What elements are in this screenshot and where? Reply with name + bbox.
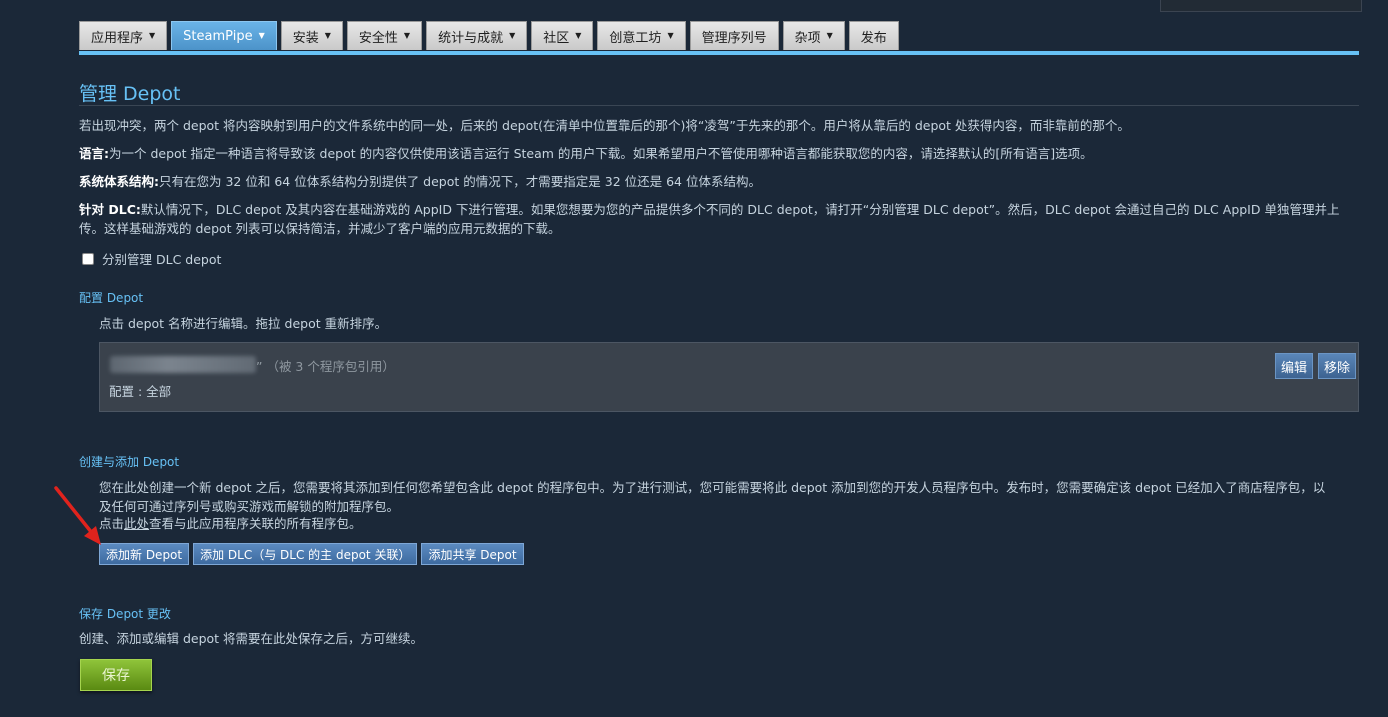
tab-2[interactable]: 安装 ▼ bbox=[280, 21, 343, 50]
add-shared-depot-button[interactable]: 添加共享 Depot bbox=[421, 543, 524, 565]
configure-depot-hint: 点击 depot 名称进行编辑。拖拉 depot 重新排序。 bbox=[99, 316, 388, 331]
tab-label: SteamPipe bbox=[183, 28, 253, 44]
language-text: 为一个 depot 指定一种语言将导致该 depot 的内容仅供使用该语言运行 … bbox=[109, 146, 1093, 161]
language-label: 语言: bbox=[79, 146, 109, 161]
page-title: 管理 Depot bbox=[79, 83, 181, 105]
tab-8[interactable]: 杂项 ▼ bbox=[782, 21, 845, 50]
create-depot-heading: 创建与添加 Depot bbox=[79, 455, 180, 469]
tab-label: 创意工坊 bbox=[609, 30, 662, 46]
architecture-label: 系统体系结构: bbox=[79, 174, 159, 189]
edit-depot-button[interactable]: 编辑 bbox=[1275, 353, 1314, 379]
dlc-label: 针对 DLC: bbox=[79, 202, 141, 217]
chevron-down-icon: ▼ bbox=[826, 31, 833, 40]
save-depot-text: 创建、添加或编辑 depot 将需要在此处保存之后，方可继续。 bbox=[79, 631, 424, 646]
packages-link-line: 点击此处查看与此应用程序关联的所有程序包。 bbox=[99, 514, 362, 533]
manage-dlc-separately-row[interactable]: 分别管理 DLC depot bbox=[82, 249, 221, 268]
tab-label: 安装 bbox=[292, 30, 319, 46]
depot-config: 配置 : 全部 bbox=[109, 384, 172, 399]
tab-label: 社区 bbox=[543, 30, 570, 46]
architecture-text: 只有在您为 32 位和 64 位体系结构分别提供了 depot 的情况下，才需要… bbox=[159, 174, 761, 189]
add-dlc-depot-button[interactable]: 添加 DLC（与 DLC 的主 depot 关联） bbox=[193, 543, 418, 565]
tab-4[interactable]: 统计与成就 ▼ bbox=[426, 21, 528, 50]
link-suffix: 查看与此应用程序关联的所有程序包。 bbox=[149, 516, 362, 531]
tab-3[interactable]: 安全性 ▼ bbox=[346, 21, 423, 50]
remove-depot-button[interactable]: 移除 bbox=[1318, 353, 1357, 379]
tab-6[interactable]: 创意工坊 ▼ bbox=[597, 21, 686, 50]
tab-7[interactable]: 管理序列号 bbox=[689, 21, 779, 50]
tab-9[interactable]: 发布 bbox=[848, 21, 899, 50]
tab-label: 管理序列号 bbox=[701, 30, 767, 46]
tab-label: 发布 bbox=[860, 30, 887, 46]
chevron-down-icon: ▼ bbox=[324, 31, 331, 40]
add-new-depot-button[interactable]: 添加新 Depot bbox=[99, 543, 190, 565]
tab-label: 杂项 bbox=[794, 30, 821, 46]
configure-depot-heading: 配置 Depot bbox=[79, 291, 144, 305]
chevron-down-icon: ▼ bbox=[667, 31, 674, 40]
save-button[interactable]: 保存 bbox=[80, 659, 152, 691]
manage-dlc-checkbox-label: 分别管理 DLC depot bbox=[102, 252, 222, 267]
chevron-down-icon: ▼ bbox=[149, 31, 156, 40]
chevron-down-icon: ▼ bbox=[509, 31, 516, 40]
chevron-down-icon: ▼ bbox=[403, 31, 411, 40]
chevron-down-icon: ▼ bbox=[258, 31, 265, 40]
view-packages-link[interactable]: 此处 bbox=[124, 516, 149, 531]
chevron-down-icon: ▼ bbox=[575, 31, 582, 40]
tab-label: 安全性 bbox=[358, 30, 398, 46]
tab-label: 统计与成就 bbox=[438, 30, 504, 46]
title-divider bbox=[79, 105, 1359, 106]
main-tab-bar: 应用程序 ▼ SteamPipe ▼ 安装 ▼ 安全性 ▼ 统计与成就 ▼ 社区 ▼ 创意工坊 ▼ 管理序列… bbox=[79, 21, 899, 52]
tab-5[interactable]: 社区 ▼ bbox=[531, 21, 594, 50]
manage-dlc-checkbox[interactable] bbox=[82, 252, 94, 265]
dlc-text: 默认情况下，DLC depot 及其内容在基础游戏的 AppID 下进行管理。如… bbox=[79, 202, 1340, 236]
save-depot-heading: 保存 Depot 更改 bbox=[79, 607, 171, 621]
tab-1[interactable]: SteamPipe ▼ bbox=[171, 21, 277, 50]
dlc-paragraph: 针对 DLC:默认情况下，DLC depot 及其内容在基础游戏的 AppID … bbox=[79, 200, 1341, 238]
create-buttons: 添加新 Depot 添加 DLC（与 DLC 的主 depot 关联） 添加共享… bbox=[99, 543, 524, 565]
depot-name-redacted[interactable] bbox=[110, 356, 256, 373]
tab-label: 应用程序 bbox=[91, 30, 144, 46]
red-arrow-annotation bbox=[54, 486, 101, 545]
intro-paragraph: 若出现冲突，两个 depot 将内容映射到用户的文件系统中的同一处，后来的 de… bbox=[79, 118, 1130, 133]
tab-0[interactable]: 应用程序 ▼ bbox=[79, 21, 168, 50]
create-depot-text: 您在此处创建一个新 depot 之后，您需要将其添加到任何您希望包含此 depo… bbox=[99, 480, 1326, 514]
depot-package-refs: ” （被 3 个程序包引用） bbox=[256, 359, 395, 374]
depot-row[interactable]: ” （被 3 个程序包引用） 配置 : 全部 编辑 移除 bbox=[99, 342, 1359, 412]
architecture-paragraph: 系统体系结构:只有在您为 32 位和 64 位体系结构分别提供了 depot 的… bbox=[79, 172, 1349, 191]
language-paragraph: 语言:为一个 depot 指定一种语言将导致该 depot 的内容仅供使用该语言… bbox=[79, 144, 1349, 163]
tab-bar-underline bbox=[79, 51, 1359, 55]
top-right-search-box[interactable] bbox=[1160, 0, 1362, 12]
